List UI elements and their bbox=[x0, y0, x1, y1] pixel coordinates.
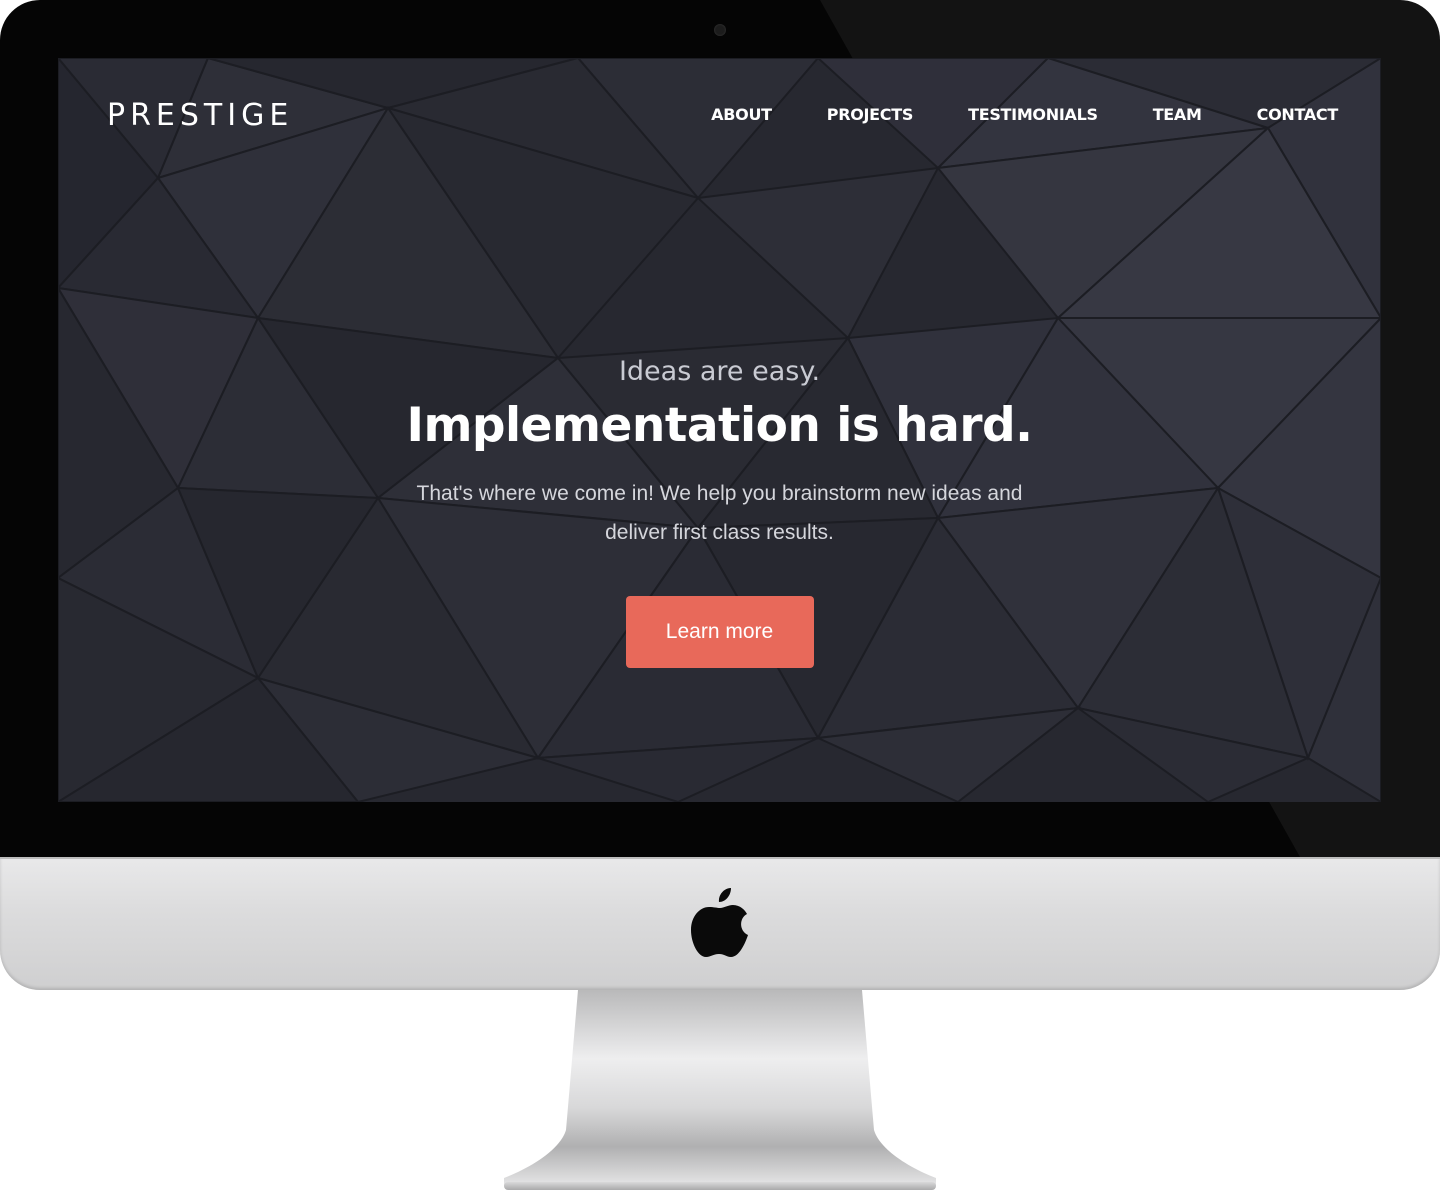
nav-link-team[interactable]: TEAM bbox=[1153, 104, 1202, 126]
apple-logo-icon bbox=[691, 888, 748, 957]
nav-link-projects[interactable]: PROJECTS bbox=[827, 104, 914, 126]
nav-link-about[interactable]: ABOUT bbox=[711, 104, 772, 126]
imac-mockup: PRESTIGE ABOUT PROJECTS TESTIMONIALS TEA… bbox=[0, 0, 1440, 1193]
nav-link-contact[interactable]: CONTACT bbox=[1257, 104, 1339, 126]
monitor-stand bbox=[504, 990, 936, 1190]
hero-title: Implementation is hard. bbox=[406, 398, 1033, 453]
learn-more-button[interactable]: Learn more bbox=[625, 596, 814, 668]
monitor-bezel: PRESTIGE ABOUT PROJECTS TESTIMONIALS TEA… bbox=[0, 0, 1440, 857]
hero-section: Ideas are easy. Implementation is hard. … bbox=[58, 354, 1381, 668]
hero-description: That's where we come in! We help you bra… bbox=[416, 482, 1023, 544]
nav-link-testimonials[interactable]: TESTIMONIALS bbox=[968, 104, 1098, 126]
top-navigation: PRESTIGE ABOUT PROJECTS TESTIMONIALS TEA… bbox=[58, 58, 1381, 174]
hero-kicker: Ideas are easy. bbox=[618, 356, 821, 387]
site-logo[interactable]: PRESTIGE bbox=[107, 96, 293, 136]
nav-links: ABOUT PROJECTS TESTIMONIALS TEAM CONTACT bbox=[656, 104, 1338, 126]
website-screen: PRESTIGE ABOUT PROJECTS TESTIMONIALS TEA… bbox=[58, 58, 1381, 802]
camera-icon bbox=[714, 24, 726, 36]
